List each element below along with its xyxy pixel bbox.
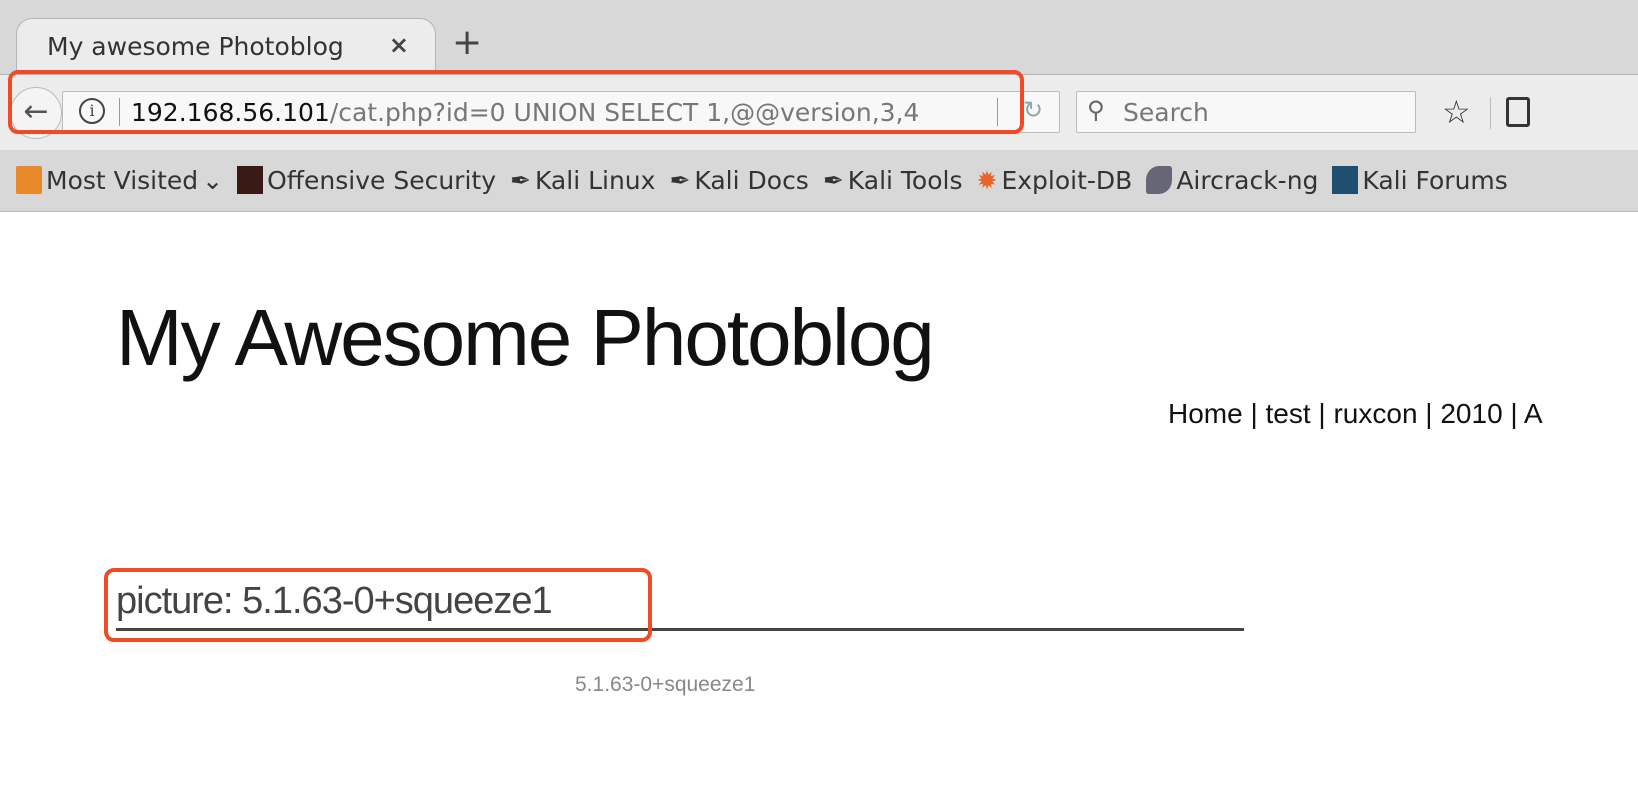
bug-icon: ✹ bbox=[976, 165, 998, 195]
bookmarks-toolbar: Most Visited ⌄ Offensive Security ✒ Kali L… bbox=[0, 150, 1638, 210]
bookmark-label: Most Visited bbox=[46, 165, 199, 195]
bookmark-label: Kali Linux bbox=[534, 165, 656, 195]
bookmark-label: Offensive Security bbox=[267, 165, 497, 195]
bookmark-kali-docs[interactable]: ✒ Kali Docs bbox=[669, 166, 808, 195]
reading-list-icon[interactable] bbox=[1506, 97, 1530, 127]
search-icon: ⚲ bbox=[1087, 96, 1105, 124]
url-highlight-box bbox=[8, 70, 1024, 134]
result-highlight-box bbox=[104, 568, 652, 642]
kali-dragon-icon: ✒ bbox=[669, 165, 691, 195]
bookmark-label: Kali Tools bbox=[847, 165, 963, 195]
bookmark-label: Exploit-DB bbox=[1001, 165, 1133, 195]
bookmark-kali-forums[interactable]: Kali Forums bbox=[1332, 165, 1508, 195]
bookmark-most-visited[interactable]: Most Visited ⌄ bbox=[16, 166, 223, 195]
aircrack-icon bbox=[1146, 166, 1173, 194]
divider bbox=[1490, 97, 1491, 129]
bookmark-kali-tools[interactable]: ✒ Kali Tools bbox=[823, 166, 963, 195]
tab-title: My awesome Photoblog bbox=[47, 32, 344, 61]
bookmark-kali-linux[interactable]: ✒ Kali Linux bbox=[510, 166, 655, 195]
search-placeholder: Search bbox=[1123, 98, 1209, 127]
bookmark-offensive-security[interactable]: Offensive Security bbox=[237, 166, 496, 195]
bookmark-label: Kali Forums bbox=[1362, 165, 1508, 195]
site-nav[interactable]: Home | test | ruxcon | 2010 | A bbox=[1168, 398, 1543, 430]
bookmark-star-icon[interactable]: ☆ bbox=[1442, 93, 1471, 131]
bookmark-exploit-db[interactable]: ✹ Exploit-DB bbox=[977, 166, 1133, 195]
bookmark-label: Aircrack-ng bbox=[1176, 165, 1319, 195]
bookmark-aircrack-ng[interactable]: Aircrack-ng bbox=[1146, 166, 1318, 195]
close-tab-icon[interactable]: × bbox=[389, 31, 409, 59]
bookmark-label: Kali Docs bbox=[694, 165, 809, 195]
folder-icon bbox=[16, 166, 42, 194]
picture-caption: 5.1.63-0+squeeze1 bbox=[575, 673, 756, 696]
new-tab-button[interactable]: + bbox=[452, 22, 482, 63]
page-title: My Awesome Photoblog bbox=[116, 293, 935, 382]
offsec-icon bbox=[237, 166, 264, 194]
forums-icon bbox=[1332, 166, 1359, 194]
kali-dragon-icon: ✒ bbox=[822, 165, 844, 195]
search-input[interactable]: ⚲ Search bbox=[1076, 91, 1416, 133]
chevron-down-icon: ⌄ bbox=[202, 165, 224, 195]
reload-icon[interactable]: ↻ bbox=[1023, 96, 1043, 124]
tab-photoblog[interactable]: My awesome Photoblog × bbox=[16, 18, 436, 74]
kali-dragon-icon: ✒ bbox=[510, 165, 531, 195]
